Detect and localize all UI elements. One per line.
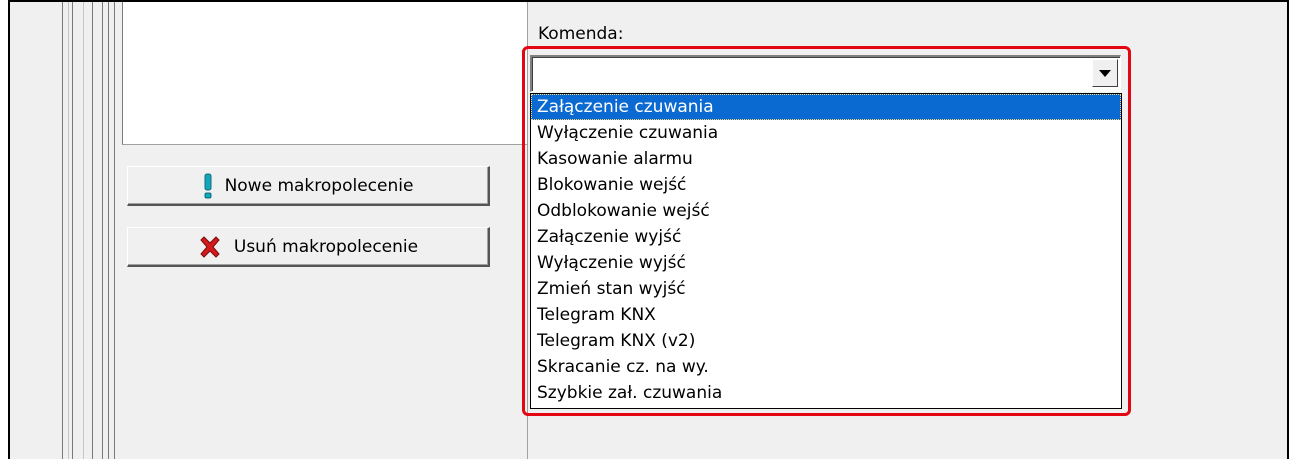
splitter-line <box>92 2 93 459</box>
delete-macro-button[interactable]: Usuń makropolecenie <box>127 227 490 267</box>
exclamation-icon <box>203 173 213 199</box>
dropdown-option[interactable]: Telegram KNX (v2) <box>531 328 1121 354</box>
dropdown-option[interactable]: Szybkie zał. czuwania <box>531 380 1121 406</box>
dropdown-option[interactable]: Wyłączenie czuwania <box>531 120 1121 146</box>
dropdown-arrow-button[interactable] <box>1092 59 1118 87</box>
red-x-icon <box>198 235 222 259</box>
command-combobox[interactable] <box>530 55 1121 92</box>
new-macro-label: Nowe makropolecenie <box>224 175 414 196</box>
splitter-line <box>108 2 109 459</box>
splitter-line <box>102 2 103 459</box>
splitter-line <box>72 2 73 459</box>
dropdown-option[interactable]: Skracanie cz. na wy. <box>531 354 1121 380</box>
dropdown-option[interactable]: Wyłączenie wyjść <box>531 250 1121 276</box>
macro-list[interactable] <box>122 2 528 145</box>
dropdown-option[interactable]: Załączenie wyjść <box>531 224 1121 250</box>
chevron-down-icon <box>1099 69 1111 77</box>
splitter-line <box>83 2 84 459</box>
delete-macro-label: Usuń makropolecenie <box>233 236 419 257</box>
dropdown-option[interactable]: Telegram KNX <box>531 302 1121 328</box>
splitter-line <box>114 2 115 459</box>
command-dropdown-list[interactable]: Załączenie czuwania Wyłączenie czuwania Ka… <box>530 93 1122 409</box>
splitter-line <box>62 2 63 459</box>
splitter-line <box>68 2 69 459</box>
new-macro-button[interactable]: Nowe makropolecenie <box>127 166 490 206</box>
dropdown-option[interactable]: Kasowanie alarmu <box>531 146 1121 172</box>
dropdown-option[interactable]: Zmień stan wyjść <box>531 276 1121 302</box>
dropdown-option[interactable]: Odblokowanie wejść <box>531 198 1121 224</box>
command-label: Komenda: <box>538 24 624 44</box>
dropdown-option[interactable]: Blokowanie wejść <box>531 172 1121 198</box>
dropdown-option[interactable]: Załączenie czuwania <box>531 94 1121 120</box>
